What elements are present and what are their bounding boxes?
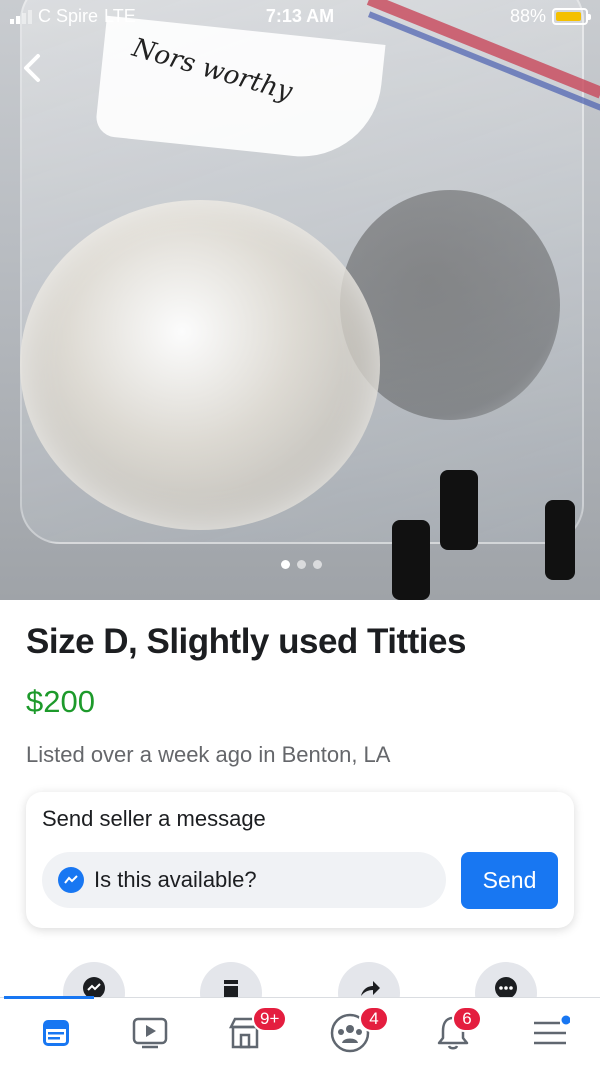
more-action-button[interactable] [475,962,537,998]
tab-notifications[interactable]: 6 [418,998,488,1068]
message-action-button[interactable] [63,962,125,998]
messenger-icon [83,977,105,998]
more-icon [495,977,517,998]
implant-shape [20,200,380,530]
chevron-left-icon [24,54,40,82]
listing-meta: Listed over a week ago in Benton, LA [26,742,391,767]
pager-dot[interactable] [297,560,306,569]
watch-icon [132,1017,168,1049]
battery-percent: 88% [509,6,546,26]
marketplace-badge: 9+ [252,1006,288,1032]
listing-photo[interactable]: Nors worthy [0,0,600,600]
bottle [392,520,430,600]
news-feed-icon [43,1020,69,1046]
tab-marketplace[interactable]: 9+ [210,998,288,1068]
save-icon [224,980,238,998]
tab-menu[interactable] [515,998,585,1068]
listing-price: $200 [26,684,95,719]
photo-pager[interactable] [281,560,322,569]
groups-badge: 4 [359,1006,389,1032]
share-action-button[interactable] [338,962,400,998]
bottom-tab-bar: 9+ 4 6 [0,996,600,1068]
status-bar: C Spire LTE 7:13 AM 88% [0,0,600,34]
message-input-text: Is this available? [94,867,257,892]
tab-groups[interactable]: 4 [315,998,389,1068]
notifications-badge: 6 [452,1006,482,1032]
bottle [545,500,575,580]
back-button[interactable] [18,50,48,86]
tab-news-feed[interactable] [21,998,91,1068]
battery-icon [552,8,591,25]
message-input[interactable]: Is this available? [42,852,446,908]
tab-watch[interactable] [115,998,185,1068]
message-seller-card: Send seller a message Is this available?… [26,792,574,928]
share-icon [361,981,380,996]
menu-icon [534,1015,570,1045]
message-card-heading: Send seller a message [42,806,266,831]
pager-dot[interactable] [281,560,290,569]
handwritten-label-text: Nors worthy [128,32,296,108]
save-action-button[interactable] [200,962,262,998]
send-button[interactable]: Send [461,852,558,909]
pager-dot[interactable] [313,560,322,569]
bottle [440,470,478,550]
listing-title: Size D, Slightly used Titties [26,622,466,661]
messenger-icon [58,867,84,893]
action-row [0,958,600,998]
